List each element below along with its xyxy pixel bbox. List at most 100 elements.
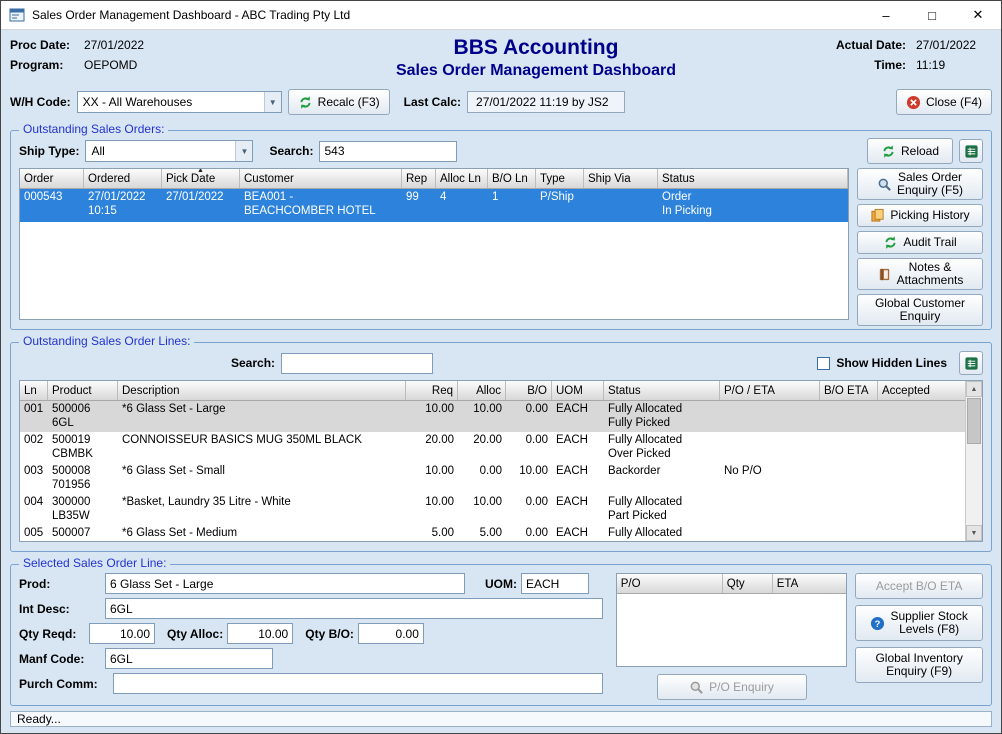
line-product-cell: 500007 6GM: [48, 525, 118, 541]
lines-scrollbar[interactable]: ▲ ▼: [965, 381, 982, 541]
lines-col-bo-eta[interactable]: B/O ETA: [820, 381, 878, 400]
line-row[interactable]: 002 500019 CBMBK CONNOISSEUR BASICS MUG …: [20, 432, 965, 463]
picking-history-button[interactable]: Picking History: [857, 204, 983, 227]
line-bo-cell: 0.00: [506, 525, 552, 541]
qty-bo-field[interactable]: [358, 623, 424, 644]
line-alloc-cell: 20.00: [458, 432, 506, 463]
line-status-cell: Fully Allocated Part Picked: [604, 494, 720, 525]
po-col-qty: Qty: [723, 574, 773, 593]
po-table-header: P/O Qty ETA: [617, 574, 847, 594]
supplier-stock-levels-button[interactable]: ? Supplier Stock Levels (F8): [855, 605, 983, 641]
prod-field[interactable]: [105, 573, 465, 594]
line-product-cell: 500008 701956: [48, 463, 118, 494]
lines-table: Ln Product Description Req Alloc B/O UOM…: [20, 381, 965, 541]
orders-col-status[interactable]: Status: [658, 169, 848, 188]
accept-bo-eta-button[interactable]: Accept B/O ETA: [855, 573, 983, 599]
line-ln-cell: 002: [20, 432, 48, 463]
lines-export-button[interactable]: [959, 351, 983, 375]
minimize-button[interactable]: –: [863, 1, 909, 29]
qty-alloc-field[interactable]: [227, 623, 293, 644]
po-enquiry-label: P/O Enquiry: [709, 680, 774, 694]
line-row[interactable]: 003 500008 701956 *6 Glass Set - Small 1…: [20, 463, 965, 494]
line-status-cell: Fully Allocated: [604, 525, 720, 541]
po-table: P/O Qty ETA: [616, 573, 848, 667]
recalc-button[interactable]: Recalc (F3): [288, 89, 390, 115]
qty-reqd-field[interactable]: [89, 623, 155, 644]
uom-field[interactable]: [521, 573, 589, 594]
lines-col-po-eta[interactable]: P/O / ETA: [720, 381, 820, 400]
global-customer-enquiry-button[interactable]: Global Customer Enquiry: [857, 294, 983, 326]
scroll-down-icon[interactable]: ▼: [966, 525, 982, 541]
header-left: Proc Date: 27/01/2022 Program: OEPOMD: [10, 36, 310, 84]
line-accepted-cell: [878, 401, 965, 432]
lines-col-bo[interactable]: B/O: [506, 381, 552, 400]
time-value: 11:19: [916, 58, 992, 72]
line-bo-cell: 0.00: [506, 401, 552, 432]
orders-col-bo-ln[interactable]: B/O Ln: [488, 169, 536, 188]
order-ship-via-cell: [584, 189, 658, 222]
orders-export-button[interactable]: [959, 139, 983, 163]
line-alloc-cell: 10.00: [458, 401, 506, 432]
orders-group: Outstanding Sales Orders: Ship Type: All…: [10, 130, 992, 330]
line-description-cell: CONNOISSEUR BASICS MUG 350ML BLACK: [118, 432, 406, 463]
audit-trail-label: Audit Trail: [903, 236, 956, 249]
maximize-button[interactable]: □: [909, 1, 955, 29]
scrollbar-thumb[interactable]: [967, 398, 981, 444]
lines-search-input[interactable]: [281, 353, 433, 374]
line-req-cell: 10.00: [406, 463, 458, 494]
orders-col-customer[interactable]: Customer: [240, 169, 402, 188]
line-product-cell: 500019 CBMBK: [48, 432, 118, 463]
lines-col-ln[interactable]: Ln: [20, 381, 48, 400]
reload-button[interactable]: Reload: [867, 138, 953, 164]
manf-code-field[interactable]: [105, 648, 273, 669]
orders-col-order[interactable]: Order: [20, 169, 84, 188]
lines-col-uom[interactable]: UOM: [552, 381, 604, 400]
purch-comm-field[interactable]: [113, 673, 603, 694]
line-bo-eta-cell: [820, 525, 878, 541]
show-hidden-lines-checkbox[interactable]: [817, 357, 830, 370]
close-window-button[interactable]: ✕: [955, 1, 1001, 29]
lines-col-alloc[interactable]: Alloc: [458, 381, 506, 400]
last-calc-value: 27/01/2022 11:19 by JS2: [476, 95, 609, 109]
actual-date-value: 27/01/2022: [916, 38, 992, 52]
line-req-cell: 20.00: [406, 432, 458, 463]
window-title: Sales Order Management Dashboard - ABC T…: [32, 8, 856, 22]
sales-order-enquiry-button[interactable]: Sales Order Enquiry (F5): [857, 168, 983, 200]
notebook-icon: [877, 267, 892, 282]
orders-search-input[interactable]: [319, 141, 457, 162]
lines-col-description[interactable]: Description: [118, 381, 406, 400]
line-ln-cell: 005: [20, 525, 48, 541]
scrollbar-track[interactable]: [966, 397, 982, 525]
line-description-cell: *6 Glass Set - Medium: [118, 525, 406, 541]
wh-code-select[interactable]: XX - All Warehouses ▼: [77, 91, 282, 113]
line-accepted-cell: [878, 432, 965, 463]
line-row[interactable]: 001 500006 6GL *6 Glass Set - Large 10.0…: [20, 401, 965, 432]
line-status-cell: Fully Allocated Fully Picked: [604, 401, 720, 432]
line-row[interactable]: 004 300000 LB35W *Basket, Laundry 35 Lit…: [20, 494, 965, 525]
ship-type-select[interactable]: All ▼: [85, 140, 253, 162]
lines-table-wrap: Ln Product Description Req Alloc B/O UOM…: [19, 380, 983, 542]
order-row[interactable]: 000543 27/01/2022 10:15 27/01/2022 BEA00…: [20, 189, 848, 222]
orders-side-buttons: Sales Order Enquiry (F5) Picking History…: [857, 168, 983, 326]
orders-col-ship-via[interactable]: Ship Via: [584, 169, 658, 188]
line-accepted-cell: [878, 463, 965, 494]
po-enquiry-button[interactable]: P/O Enquiry: [657, 674, 807, 700]
orders-col-ordered[interactable]: Ordered: [84, 169, 162, 188]
orders-col-rep[interactable]: Rep: [402, 169, 436, 188]
audit-trail-button[interactable]: Audit Trail: [857, 231, 983, 254]
int-desc-field[interactable]: [105, 598, 603, 619]
lines-col-status[interactable]: Status: [604, 381, 720, 400]
scroll-up-icon[interactable]: ▲: [966, 381, 982, 397]
lines-col-req[interactable]: Req: [406, 381, 458, 400]
lines-col-accepted[interactable]: Accepted: [878, 381, 965, 400]
toolbar: W/H Code: XX - All Warehouses ▼ Recalc (…: [10, 88, 992, 116]
orders-col-type[interactable]: Type: [536, 169, 584, 188]
orders-col-pick-date[interactable]: Pick Date▲: [162, 169, 240, 188]
orders-col-alloc-ln[interactable]: Alloc Ln: [436, 169, 488, 188]
close-form-button[interactable]: Close (F4): [896, 89, 992, 115]
notes-attachments-button[interactable]: Notes & Attachments: [857, 258, 983, 290]
line-row[interactable]: 005 500007 6GM *6 Glass Set - Medium 5.0…: [20, 525, 965, 541]
lines-col-product[interactable]: Product: [48, 381, 118, 400]
orders-group-title: Outstanding Sales Orders:: [19, 122, 168, 136]
global-inventory-enquiry-button[interactable]: Global Inventory Enquiry (F9): [855, 647, 983, 683]
